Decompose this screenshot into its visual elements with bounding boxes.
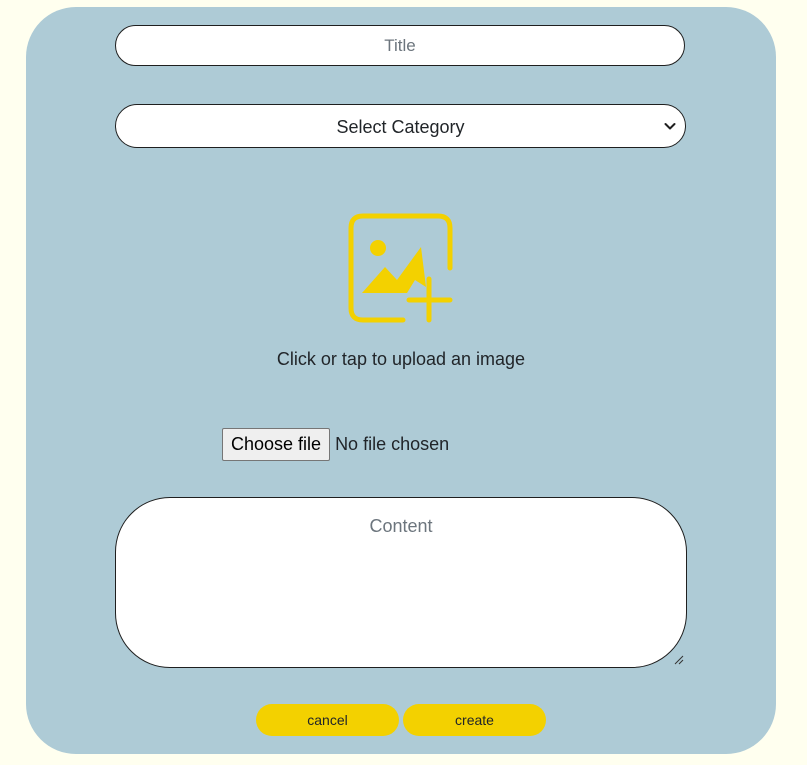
- cancel-button[interactable]: cancel: [256, 704, 399, 736]
- create-post-form: Select Category Click or tap to upload a…: [26, 7, 776, 754]
- content-textarea[interactable]: [115, 497, 687, 668]
- upload-instructions: Click or tap to upload an image: [276, 349, 526, 369]
- chevron-down-icon: [664, 123, 676, 130]
- file-input: Choose file No file chosen: [222, 428, 449, 461]
- resize-handle-icon[interactable]: [673, 654, 685, 666]
- add-image-icon: [348, 213, 453, 323]
- create-button[interactable]: create: [403, 704, 546, 736]
- image-upload-area[interactable]: Click or tap to upload an image: [256, 207, 546, 382]
- choose-file-button[interactable]: Choose file: [222, 428, 331, 461]
- file-status-text: No file chosen: [335, 434, 450, 454]
- title-input[interactable]: [115, 25, 685, 66]
- category-select-value: Select Category: [336, 117, 465, 137]
- category-select[interactable]: Select Category: [115, 104, 686, 148]
